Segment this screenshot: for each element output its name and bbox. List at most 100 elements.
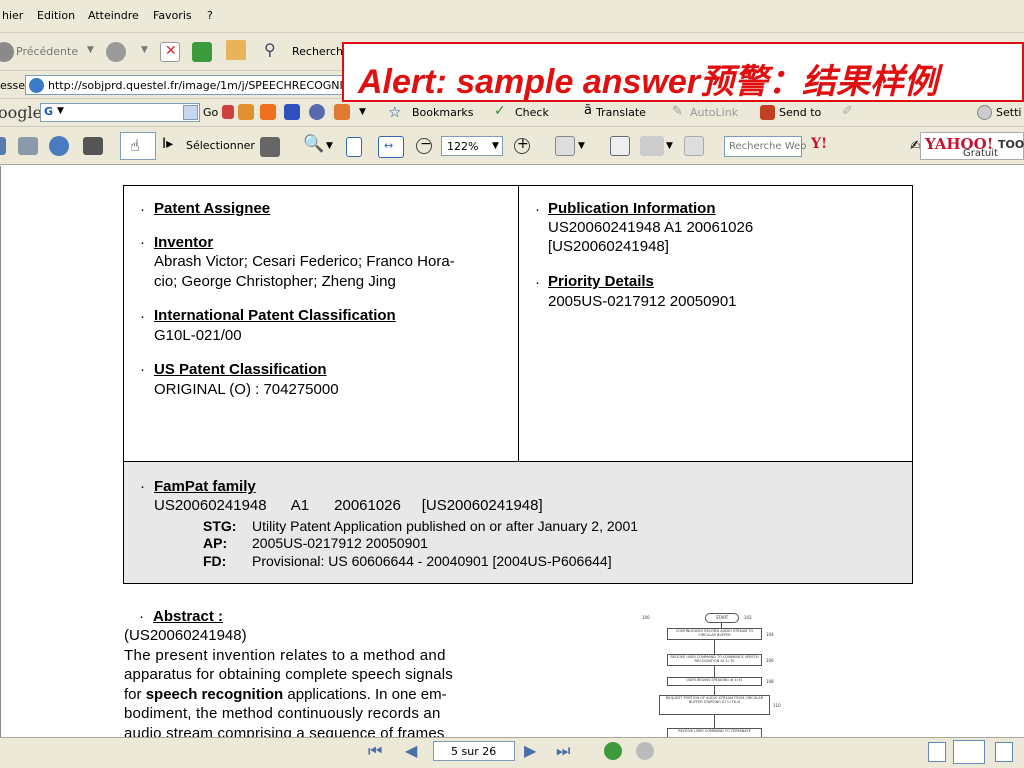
menu-help[interactable]: ? bbox=[207, 9, 213, 22]
yahoo-y-icon[interactable]: Y! bbox=[811, 136, 827, 152]
check-button[interactable]: Check bbox=[515, 106, 549, 119]
publication-line-1: US20060241948 A1 20061026 bbox=[548, 219, 754, 236]
zoom-plus-icon[interactable]: + bbox=[514, 136, 530, 154]
translate-button[interactable]: Translate bbox=[596, 106, 646, 119]
single-page-icon[interactable] bbox=[928, 742, 946, 762]
highlighter-icon[interactable]: ✐ bbox=[842, 104, 853, 119]
figure-ref: 100 bbox=[642, 615, 650, 620]
zoom-input[interactable]: 122% ▼ bbox=[441, 136, 503, 156]
figure-ref: 104 bbox=[766, 632, 774, 637]
fd-key: FD: bbox=[203, 553, 227, 569]
menu-file[interactable]: hier bbox=[2, 9, 23, 22]
menu-favoris[interactable]: Favoris bbox=[153, 9, 192, 22]
zoom-value-dropdown-icon[interactable]: ▼ bbox=[492, 141, 499, 151]
web-search-placeholder[interactable]: Recherche Web bbox=[729, 141, 807, 152]
text-select-icon[interactable]: I▸ bbox=[162, 136, 173, 152]
figure-ref: 110 bbox=[773, 703, 781, 708]
sign-icon[interactable] bbox=[640, 136, 664, 156]
bookmarks-button[interactable]: Bookmarks bbox=[412, 106, 473, 119]
stop-icon[interactable]: ✕ bbox=[160, 42, 180, 62]
address-input[interactable]: http://sobjprd.questel.fr/image/1m/j/SPE… bbox=[25, 75, 355, 95]
find-icon[interactable] bbox=[83, 137, 103, 155]
save-icon[interactable] bbox=[0, 137, 6, 155]
abstract-label: Abstract : bbox=[153, 608, 224, 625]
pagerank-icon bbox=[222, 105, 234, 119]
more-dropdown-icon[interactable]: ▼ bbox=[359, 107, 366, 117]
orange-icon[interactable] bbox=[334, 104, 350, 120]
google-dropdown-icon[interactable] bbox=[183, 105, 198, 120]
forward-dropdown-icon[interactable]: ▼ bbox=[141, 45, 148, 55]
menu-atteindre[interactable]: Atteindre bbox=[88, 9, 139, 22]
flow-arrow bbox=[721, 623, 722, 628]
page-number-input[interactable]: 5 sur 26 bbox=[433, 741, 515, 761]
g-dropdown-icon[interactable]: ▼ bbox=[57, 106, 64, 116]
previous-page-icon[interactable]: ◀ bbox=[405, 741, 417, 760]
fit-width-icon[interactable]: ↔ bbox=[378, 136, 404, 158]
flow-start-label: START bbox=[715, 615, 729, 620]
yahoo-toolbar-logo[interactable]: YAHOO! TOO Gratuit bbox=[920, 132, 1024, 160]
google-search-input[interactable]: G ▼ bbox=[40, 103, 200, 122]
bullet: · bbox=[535, 274, 540, 291]
back-view-icon[interactable] bbox=[604, 742, 622, 760]
google-g-label[interactable]: G bbox=[44, 105, 53, 118]
print-icon[interactable] bbox=[18, 137, 38, 155]
page-layout-icon[interactable] bbox=[555, 136, 575, 156]
google-go-button[interactable]: Go bbox=[203, 106, 218, 119]
news-icon[interactable] bbox=[284, 104, 300, 120]
email-icon[interactable] bbox=[49, 136, 69, 156]
zoom-in-icon[interactable]: 🔍 bbox=[303, 134, 324, 154]
translate-icon[interactable]: ă bbox=[584, 103, 592, 118]
autolink-icon[interactable]: ✎ bbox=[672, 104, 683, 119]
spellcheck-icon[interactable]: ✓ bbox=[494, 103, 506, 119]
snapshot-icon[interactable] bbox=[260, 137, 280, 157]
bullet: · bbox=[140, 201, 145, 218]
popup-blocker-icon[interactable] bbox=[238, 104, 254, 120]
sendto-icon[interactable] bbox=[760, 105, 775, 120]
first-page-icon[interactable]: ⏮ bbox=[368, 741, 382, 761]
copy-icon[interactable] bbox=[684, 136, 704, 156]
abstract-section: · Abstract : (US20060241948) The present… bbox=[123, 604, 508, 737]
back-icon[interactable] bbox=[0, 42, 14, 62]
menu-edition[interactable]: Edition bbox=[37, 9, 75, 22]
alert-banner: Alert: sample answer预警：结果样例 bbox=[342, 42, 1024, 102]
acrobat-toolbar: ☝ I▸ Sélectionner 🔍 ▼ ↔ − 122% ▼ + ▼ ▼ R… bbox=[0, 127, 1024, 165]
search-button-label[interactable]: Recherch bbox=[292, 45, 343, 58]
spellcheck-doc-icon[interactable] bbox=[610, 136, 630, 156]
zoom-value[interactable]: 122% bbox=[447, 140, 478, 153]
settings-button[interactable]: Setti bbox=[996, 106, 1021, 119]
forward-view-icon[interactable] bbox=[636, 742, 654, 760]
refresh-icon[interactable] bbox=[192, 42, 212, 62]
facing-page-icon[interactable] bbox=[995, 742, 1013, 762]
inventor-line-2: cio; George Christopher; Zheng Jing bbox=[154, 273, 396, 290]
page-number-text[interactable]: 5 sur 26 bbox=[451, 745, 496, 758]
inventor-label: Inventor bbox=[154, 234, 214, 251]
globe-icon[interactable] bbox=[309, 104, 325, 120]
back-button-label[interactable]: Précédente bbox=[16, 45, 78, 58]
autolink-button[interactable]: AutoLink bbox=[690, 106, 738, 119]
address-url[interactable]: http://sobjprd.questel.fr/image/1m/j/SPE… bbox=[48, 79, 354, 92]
search-icon[interactable]: ⚲ bbox=[262, 40, 282, 62]
continuous-page-icon[interactable] bbox=[953, 740, 985, 764]
zoom-out-icon[interactable]: − bbox=[416, 136, 432, 154]
publication-info-label: Publication Information bbox=[548, 200, 716, 217]
layout-dropdown-icon[interactable]: ▼ bbox=[578, 141, 585, 151]
home-icon[interactable] bbox=[226, 40, 246, 60]
abstract-line-2: apparatus for obtaining complete speech … bbox=[124, 666, 453, 683]
hand-tool-button[interactable]: ☝ bbox=[120, 132, 156, 160]
abstract-line-1: The present invention relates to a metho… bbox=[124, 647, 446, 664]
next-page-icon[interactable]: ▶ bbox=[524, 741, 536, 760]
flow-arrow bbox=[714, 666, 715, 677]
bookmarks-star-icon[interactable]: ☆ bbox=[388, 103, 401, 121]
zoom-dropdown-icon[interactable]: ▼ bbox=[326, 141, 333, 151]
back-dropdown-icon[interactable]: ▼ bbox=[87, 45, 94, 55]
web-search-input[interactable]: Recherche Web bbox=[724, 136, 807, 157]
sign-dropdown-icon[interactable]: ▼ bbox=[666, 141, 673, 151]
figure-ref: 102 bbox=[744, 615, 752, 620]
fit-page-icon[interactable] bbox=[346, 137, 362, 157]
settings-icon[interactable] bbox=[977, 105, 992, 120]
last-page-icon[interactable]: ⏭ bbox=[556, 741, 570, 761]
forward-icon[interactable] bbox=[106, 42, 126, 62]
blogger-icon[interactable] bbox=[260, 104, 276, 120]
sendto-button[interactable]: Send to bbox=[779, 106, 821, 119]
select-button[interactable]: Sélectionner bbox=[186, 139, 255, 152]
